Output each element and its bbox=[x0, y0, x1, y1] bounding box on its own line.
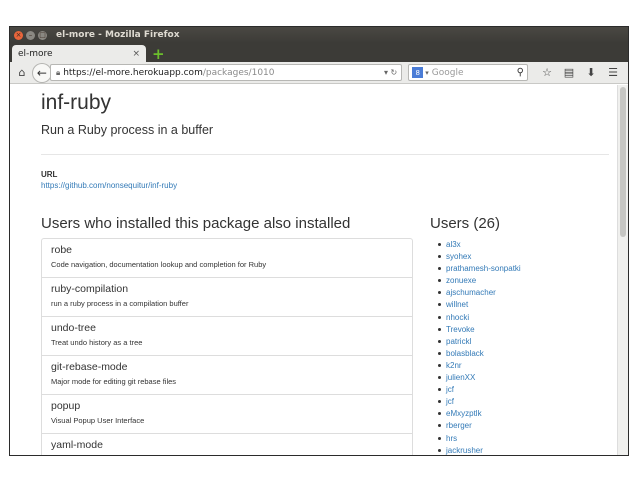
new-tab-icon[interactable]: + bbox=[152, 47, 165, 62]
user-link[interactable]: zonuexe bbox=[438, 275, 521, 287]
page-content: inf-ruby Run a Ruby process in a buffer … bbox=[10, 85, 619, 455]
navigation-bar: ⌂ ← 🔒︎ https://el-more.herokuapp.com/pac… bbox=[10, 62, 628, 84]
menu-icon[interactable]: ☰ bbox=[602, 66, 624, 79]
scrollbar-thumb[interactable] bbox=[620, 87, 626, 237]
package-name: popup bbox=[51, 400, 81, 412]
package-name: robe bbox=[51, 244, 73, 256]
list-item[interactable]: ruby-compilation run a ruby process in a… bbox=[42, 278, 412, 317]
users-list: al3x syohex prathamesh-sonpatki zonuexe … bbox=[438, 239, 521, 455]
user-link[interactable]: jcf bbox=[438, 396, 521, 408]
user-link[interactable]: willnet bbox=[438, 299, 521, 311]
tab-close-icon[interactable]: × bbox=[132, 49, 140, 59]
list-item[interactable]: robe Code navigation, documentation look… bbox=[42, 239, 412, 278]
search-icon[interactable]: ⚲ bbox=[517, 67, 524, 78]
package-desc: run a ruby process in a compilation buff… bbox=[51, 299, 189, 308]
window-title: el-more - Mozilla Firefox bbox=[56, 30, 180, 40]
list-item[interactable]: yaml-mode bbox=[42, 434, 412, 455]
package-title: inf-ruby bbox=[41, 91, 112, 114]
divider bbox=[41, 154, 609, 155]
user-link[interactable]: syohex bbox=[438, 251, 521, 263]
back-button[interactable]: ← bbox=[31, 62, 52, 83]
package-name: git-rebase-mode bbox=[51, 361, 128, 373]
user-link[interactable]: jackrusher bbox=[438, 445, 521, 455]
package-name: yaml-mode bbox=[51, 439, 103, 451]
list-item[interactable]: git-rebase-mode Major mode for editing g… bbox=[42, 356, 412, 395]
user-link[interactable]: patrickl bbox=[438, 336, 521, 348]
downloads-icon[interactable]: ⬇ bbox=[580, 66, 602, 79]
search-bar[interactable]: 8 ▾ Google ⚲ bbox=[408, 64, 528, 81]
toolbar-icons: ☆ ▤ ⬇ ☰ bbox=[536, 66, 624, 79]
tab-title: el-more bbox=[18, 48, 53, 59]
also-installed-list: robe Code navigation, documentation look… bbox=[41, 238, 413, 455]
user-link[interactable]: prathamesh-sonpatki bbox=[438, 263, 521, 275]
home-icon[interactable]: ⌂ bbox=[14, 66, 30, 79]
user-link[interactable]: nhocki bbox=[438, 312, 521, 324]
user-link[interactable]: julienXX bbox=[438, 372, 521, 384]
user-link[interactable]: bolasblack bbox=[438, 348, 521, 360]
url-label: URL bbox=[41, 170, 58, 179]
package-name: ruby-compilation bbox=[51, 283, 129, 295]
minimize-window-button[interactable]: – bbox=[26, 30, 35, 40]
url-path: /packages/1010 bbox=[202, 67, 275, 78]
tab-strip: el-more × + bbox=[10, 43, 628, 62]
vertical-scrollbar[interactable] bbox=[617, 85, 628, 455]
user-link[interactable]: Trevoke bbox=[438, 324, 521, 336]
url-host: https://el-more.herokuapp.com bbox=[63, 67, 203, 78]
reload-icon[interactable]: ▾ ↻ bbox=[384, 68, 397, 77]
user-link[interactable]: jcf bbox=[438, 384, 521, 396]
package-desc: Visual Popup User Interface bbox=[51, 416, 145, 425]
user-link[interactable]: ajschumacher bbox=[438, 287, 521, 299]
list-item[interactable]: undo-tree Treat undo history as a tree bbox=[42, 317, 412, 356]
url-bar[interactable]: 🔒︎ https://el-more.herokuapp.com/package… bbox=[49, 64, 403, 81]
package-desc: Major mode for editing git rebase files bbox=[51, 377, 177, 386]
user-link[interactable]: eMxyzptlk bbox=[438, 408, 521, 420]
bookmarks-menu-icon[interactable]: ▤ bbox=[558, 66, 580, 79]
search-placeholder: Google bbox=[431, 67, 464, 78]
user-link[interactable]: k2nr bbox=[438, 360, 521, 372]
user-link[interactable]: hrs bbox=[438, 433, 521, 445]
lock-icon: 🔒︎ bbox=[55, 67, 61, 77]
package-desc: Treat undo history as a tree bbox=[51, 338, 143, 347]
bookmark-star-icon[interactable]: ☆ bbox=[536, 66, 558, 79]
user-link[interactable]: rberger bbox=[438, 420, 521, 432]
search-engine-icon[interactable]: 8 bbox=[412, 67, 424, 78]
package-desc: Code navigation, documentation lookup an… bbox=[51, 260, 267, 269]
users-heading: Users (26) bbox=[430, 215, 501, 232]
search-dropdown-icon[interactable]: ▾ bbox=[425, 69, 429, 77]
list-item[interactable]: popup Visual Popup User Interface bbox=[42, 395, 412, 434]
browser-tab[interactable]: el-more × bbox=[12, 45, 146, 62]
package-name: undo-tree bbox=[51, 322, 96, 334]
maximize-window-button[interactable]: □ bbox=[38, 30, 47, 40]
package-description: Run a Ruby process in a buffer bbox=[41, 123, 214, 137]
close-window-button[interactable]: × bbox=[14, 30, 23, 40]
title-bar: × – □ el-more - Mozilla Firefox bbox=[10, 27, 628, 43]
package-url-link[interactable]: https://github.com/nonsequitur/inf-ruby bbox=[41, 181, 177, 190]
browser-window: × – □ el-more - Mozilla Firefox el-more … bbox=[9, 26, 629, 456]
user-link[interactable]: al3x bbox=[438, 239, 521, 251]
also-installed-heading: Users who installed this package also in… bbox=[41, 215, 351, 232]
